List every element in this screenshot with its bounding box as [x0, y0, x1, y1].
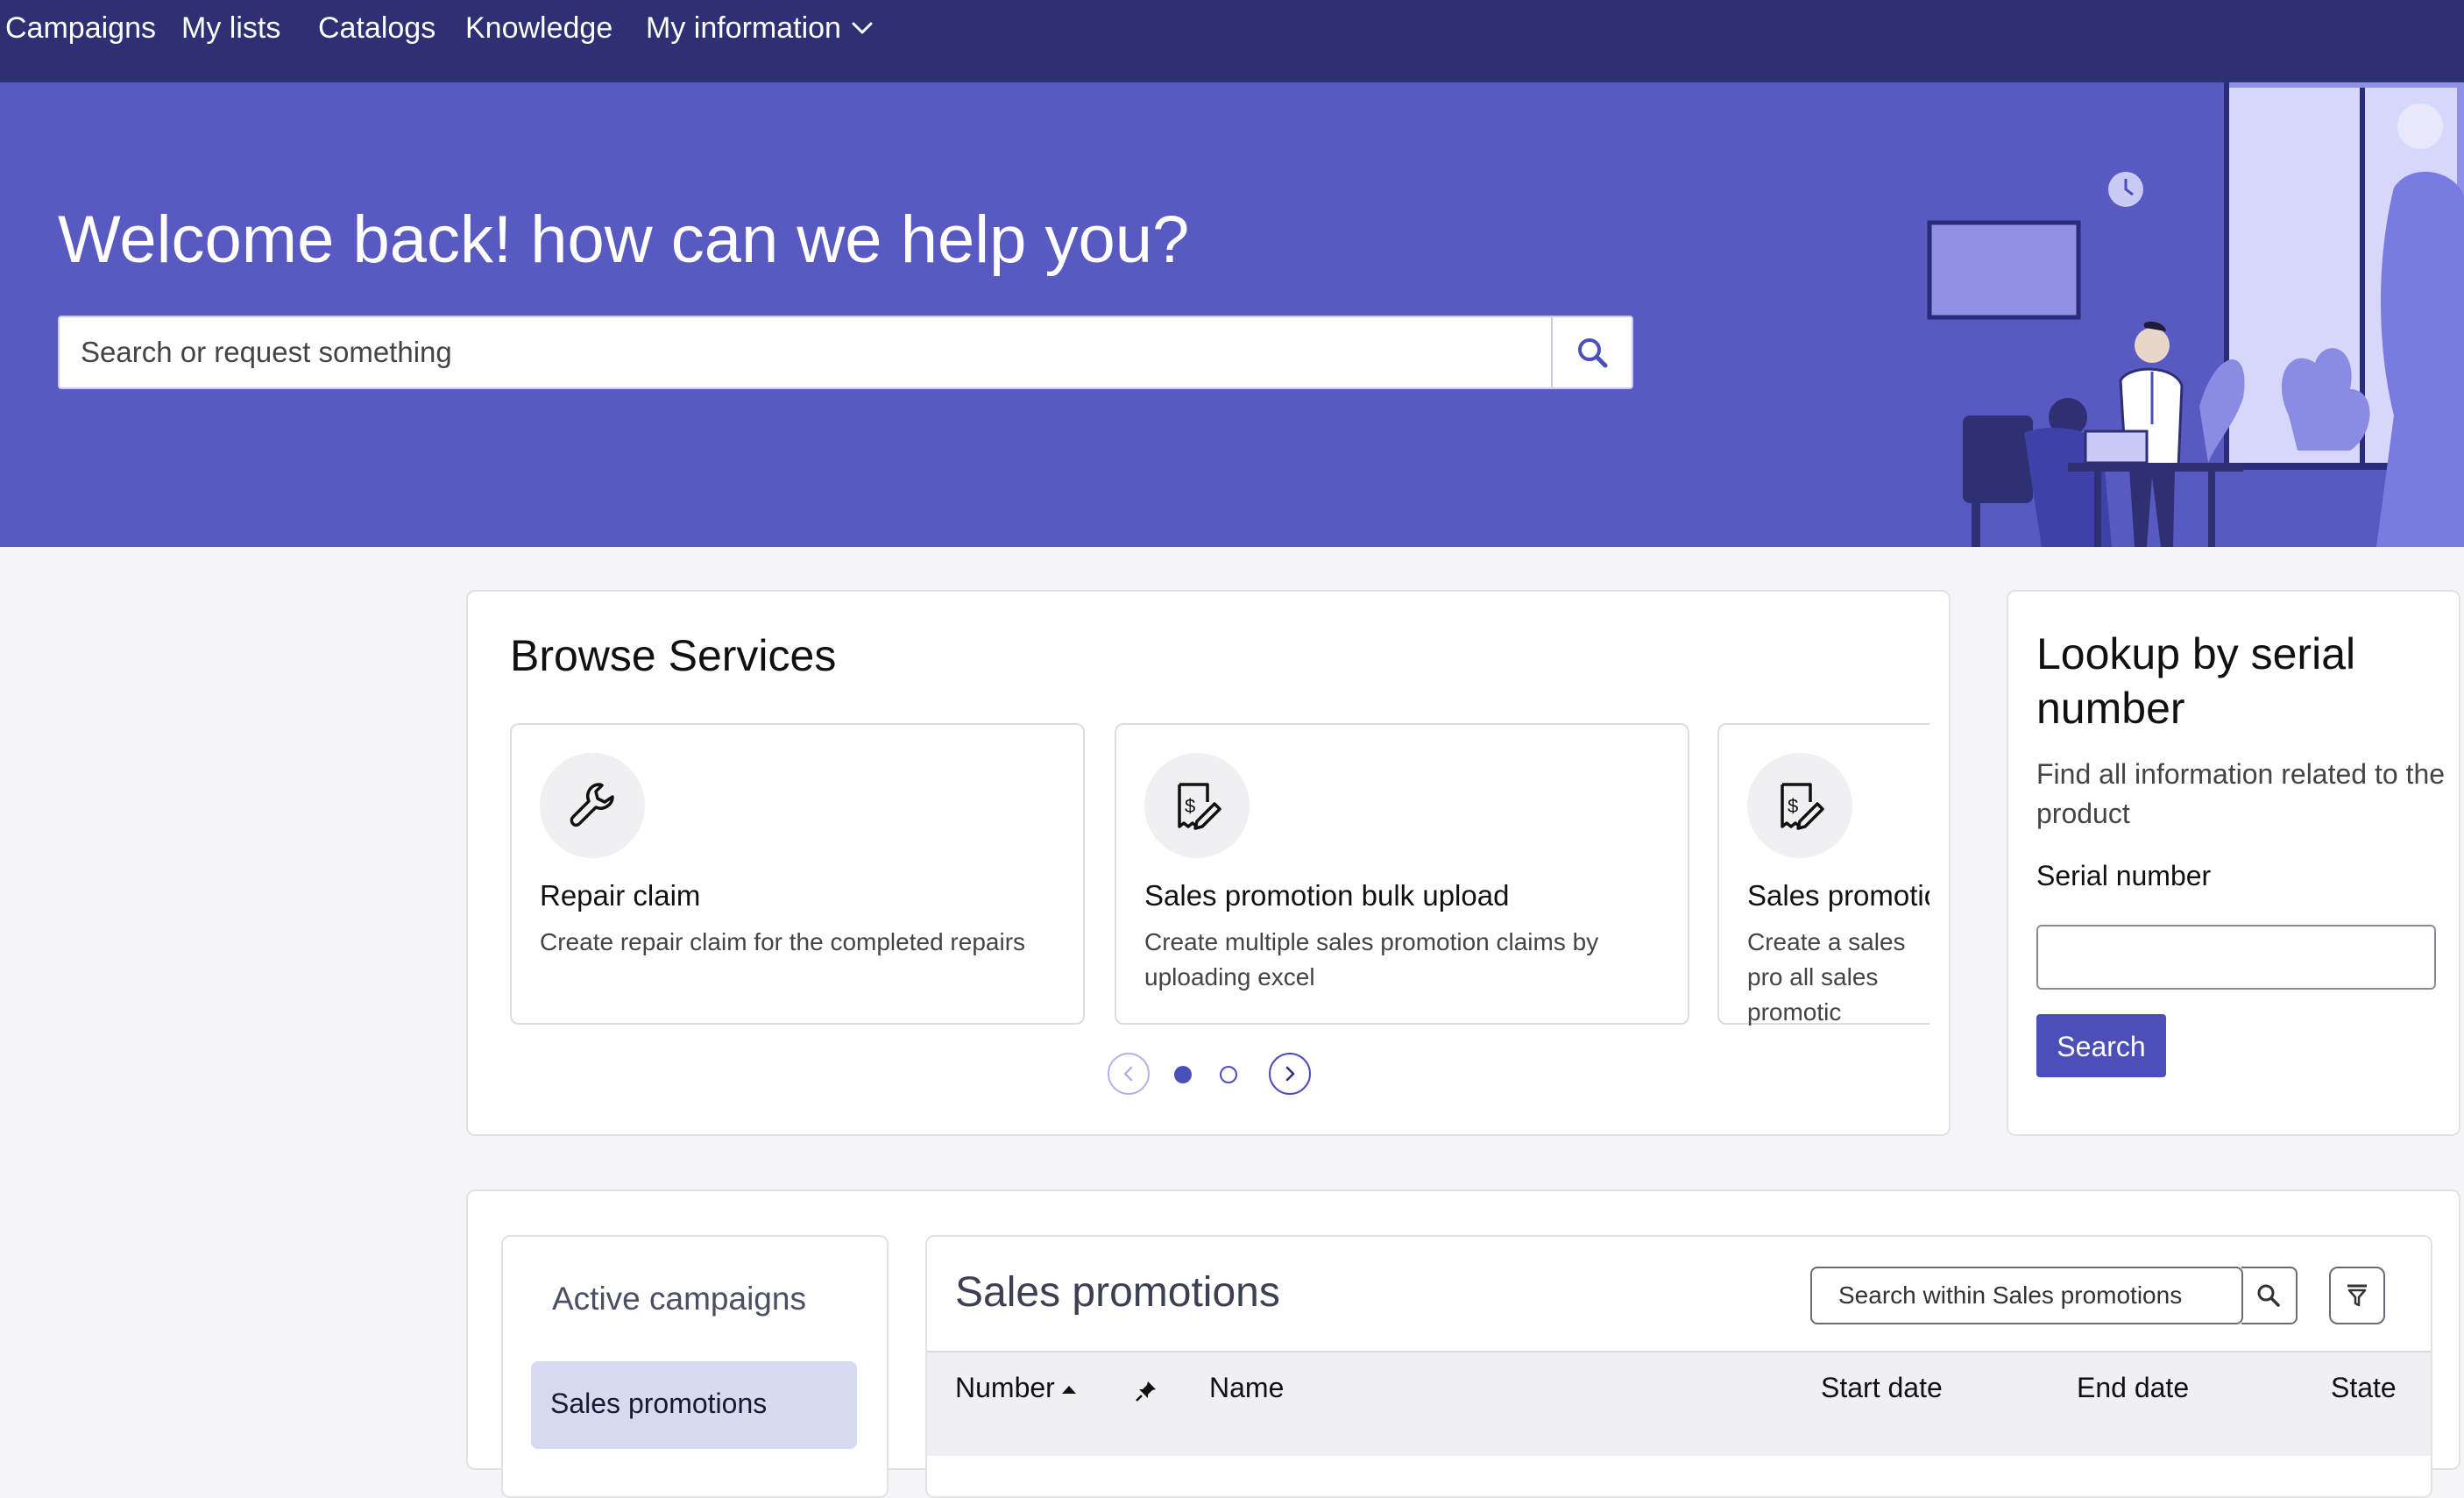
campaign-item-sales-promotions[interactable]: Sales promotions	[531, 1361, 857, 1449]
hero-search-box	[58, 316, 1633, 389]
nav-knowledge[interactable]: Knowledge	[465, 9, 612, 47]
active-campaigns-title: Active campaigns	[552, 1281, 806, 1317]
sales-search-button[interactable]	[2241, 1267, 2298, 1324]
service-title: Repair claim	[540, 879, 701, 912]
service-description: Create multiple sales promotion claims b…	[1144, 928, 1599, 990]
chevron-down-icon[interactable]	[848, 14, 876, 42]
serial-number-input[interactable]	[2036, 925, 2436, 990]
service-card-sales-promotion[interactable]: $ Sales promotio Create a sales pro all …	[1717, 723, 1929, 1026]
nav-my-information[interactable]: My information	[646, 9, 841, 47]
carousel-dot-active[interactable]	[1174, 1066, 1192, 1083]
service-title: Sales promotio	[1747, 879, 1929, 912]
active-campaigns-panel: Active campaigns Sales promotions	[501, 1235, 889, 1498]
sales-promotions-panel: Sales promotions Number Na	[925, 1235, 2432, 1498]
service-card-sales-promotion-bulk-upload[interactable]: $ Sales promotion bulk upload Create mul…	[1115, 723, 1689, 1025]
sales-promotions-title: Sales promotions	[955, 1269, 1280, 1316]
service-card-repair-claim[interactable]: Repair claim Create repair claim for the…	[510, 723, 1085, 1025]
sort-ascending-icon[interactable]	[1060, 1384, 1078, 1395]
service-icon-container: $	[1747, 753, 1852, 858]
lookup-serial-panel: Lookup by serial number Find all informa…	[2007, 590, 2460, 1136]
sales-search-input[interactable]	[1812, 1268, 2241, 1323]
services-carousel: Repair claim Create repair claim for the…	[510, 723, 1929, 1030]
hero-title: Welcome back! how can we help you?	[58, 202, 1190, 277]
lookup-search-button[interactable]: Search	[2036, 1014, 2166, 1077]
svg-text:$: $	[1185, 795, 1195, 817]
sales-search-box	[1810, 1267, 2243, 1324]
carousel-next-button[interactable]	[1269, 1053, 1311, 1095]
column-state[interactable]: State	[2331, 1372, 2397, 1404]
search-icon	[1578, 338, 1608, 368]
svg-text:$: $	[1788, 795, 1798, 817]
serial-number-label: Serial number	[2036, 860, 2212, 891]
receipt-pen-icon: $	[1178, 783, 1221, 830]
pin-icon[interactable]	[1134, 1379, 1158, 1403]
wrench-icon	[570, 783, 614, 827]
receipt-pen-icon: $	[1781, 783, 1824, 830]
column-number[interactable]: Number	[955, 1372, 1055, 1404]
hero-banner: Welcome back! how can we help you?	[0, 82, 2464, 547]
chevron-left-icon	[1123, 1066, 1133, 1082]
browse-services-panel: Browse Services Repair claim Create repa…	[466, 590, 1951, 1136]
table-header: Number Name Start date End date State	[927, 1351, 2431, 1456]
nav-my-lists[interactable]: My lists	[181, 9, 280, 47]
campaign-item-label: Sales promotions	[550, 1388, 768, 1419]
service-title: Sales promotion bulk upload	[1144, 879, 1510, 912]
hero-search-button[interactable]	[1551, 317, 1632, 387]
column-name[interactable]: Name	[1209, 1372, 1284, 1404]
service-icon-container	[540, 753, 645, 858]
nav-campaigns[interactable]: Campaigns	[5, 9, 156, 47]
service-description: Create a sales pro all sales promotic	[1747, 928, 1906, 1026]
nav-catalogs[interactable]: Catalogs	[318, 9, 435, 47]
search-icon	[2257, 1284, 2280, 1307]
top-navigation: Campaigns My lists Catalogs Knowledge My…	[0, 0, 2464, 82]
filter-icon	[2347, 1284, 2367, 1307]
campaigns-section: Active campaigns Sales promotions Sales …	[466, 1189, 2460, 1498]
browse-services-title: Browse Services	[510, 631, 837, 680]
carousel-prev-button[interactable]	[1108, 1053, 1150, 1095]
people-illustration	[1927, 220, 2245, 547]
lookup-description: Find all information related to the prod…	[2036, 758, 2446, 829]
column-start-date[interactable]: Start date	[1821, 1372, 1943, 1404]
carousel-dot[interactable]	[1220, 1066, 1237, 1083]
filter-button[interactable]	[2329, 1267, 2385, 1324]
column-end-date[interactable]: End date	[2077, 1372, 2189, 1404]
service-description: Create repair claim for the completed re…	[540, 928, 1026, 955]
service-icon-container: $	[1144, 753, 1250, 858]
lookup-title: Lookup by serial number	[2036, 629, 2356, 733]
hero-search-input[interactable]	[60, 317, 1554, 387]
chevron-right-icon	[1285, 1066, 1295, 1082]
